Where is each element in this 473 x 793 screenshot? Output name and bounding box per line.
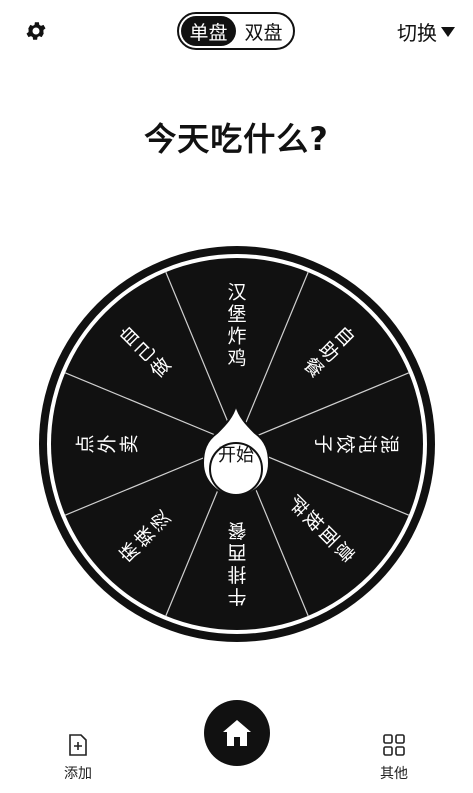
switch-label: 切换 xyxy=(397,21,437,45)
other-label: 其他 xyxy=(380,766,408,782)
start-button[interactable]: 开始 xyxy=(203,403,269,503)
mode-single-button[interactable]: 单盘 xyxy=(181,16,236,46)
settings-gear-icon[interactable] xyxy=(24,19,48,43)
home-button[interactable] xyxy=(204,700,270,766)
wheel-slice-char: 堡 xyxy=(227,303,246,325)
wheel-slice-char: 排 xyxy=(227,563,246,585)
wheel-slice-char: 饺 xyxy=(334,434,356,453)
wheel-slice-char: 汉 xyxy=(227,281,246,303)
wheel-slice-char: 沌 xyxy=(356,434,378,453)
wheel-slice-char: 卖 xyxy=(118,434,140,453)
wheel-slice: 点外卖 xyxy=(74,434,140,453)
wheel-mode-toggle: 单盘 双盘 xyxy=(177,12,295,50)
wheel-slice: 牛排西餐 xyxy=(227,519,246,607)
caret-down-icon xyxy=(441,26,455,37)
wheel-slice-char: 点 xyxy=(74,434,96,453)
page-title: 今天吃什么? xyxy=(144,120,329,158)
wheel-slice-char: 牛 xyxy=(227,585,246,607)
mode-double-button[interactable]: 双盘 xyxy=(236,16,291,46)
wheel-slice: 汉堡炸鸡 xyxy=(227,281,246,369)
switch-dropdown[interactable]: 切换 xyxy=(397,17,455,46)
home-icon xyxy=(223,720,251,746)
wheel-slice-char: 混 xyxy=(378,434,400,453)
add-label: 添加 xyxy=(64,766,92,782)
wheel-slice-char: 子 xyxy=(312,434,334,453)
wheel-slice-char: 鸡 xyxy=(227,347,246,369)
wheel-slice-char: 餐 xyxy=(227,519,246,541)
wheel-slice-char: 外 xyxy=(96,434,118,453)
other-tab[interactable]: 其他 xyxy=(364,733,424,783)
wheel-slice: 混沌饺子 xyxy=(312,434,400,453)
wheel-slice-char: 西 xyxy=(227,541,246,563)
grid-icon xyxy=(383,734,405,756)
wheel-slice-char: 炸 xyxy=(227,325,246,347)
start-label: 开始 xyxy=(218,445,254,466)
add-document-icon xyxy=(69,734,87,756)
add-tab[interactable]: 添加 xyxy=(48,733,108,783)
